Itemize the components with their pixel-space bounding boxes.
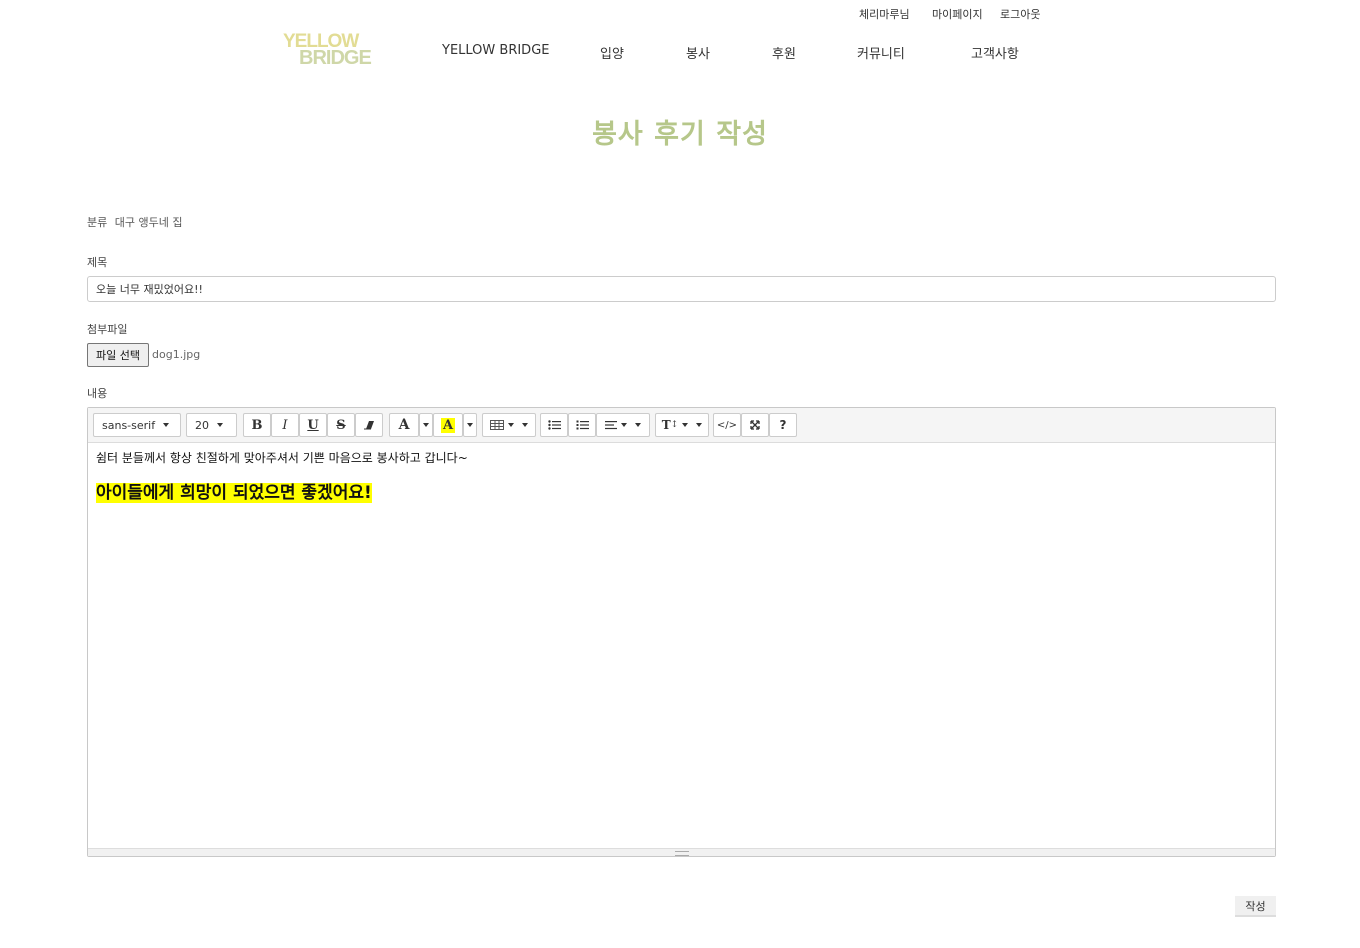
- chevron-down-icon: [508, 423, 514, 427]
- mypage-link[interactable]: 마이페이지: [932, 6, 983, 22]
- chevron-down-icon: [163, 423, 170, 427]
- highlight-color-icon[interactable]: A: [433, 413, 463, 437]
- font-color-dropdown[interactable]: [419, 413, 433, 437]
- file-name: dog1.jpg: [152, 348, 201, 361]
- font-size-dropdown[interactable]: 20: [186, 413, 237, 437]
- chevron-down-icon: [467, 423, 473, 427]
- italic-icon[interactable]: I: [271, 413, 299, 437]
- nav-item-community[interactable]: 커뮤니티: [857, 43, 905, 62]
- chevron-down-icon: [621, 423, 627, 427]
- content-label: 내용: [87, 387, 108, 400]
- nav-item-donation[interactable]: 후원: [772, 43, 796, 62]
- font-family-value: sans-serif: [102, 418, 156, 432]
- chevron-down-icon: [217, 423, 223, 427]
- bold-icon[interactable]: B: [243, 413, 271, 437]
- attachment-label: 첨부파일: [87, 323, 128, 336]
- line-height-icon[interactable]: T ↕: [655, 413, 709, 437]
- chevron-down-icon: [522, 423, 528, 427]
- highlight-color-dropdown[interactable]: [463, 413, 477, 437]
- strikethrough-icon[interactable]: S: [327, 413, 355, 437]
- ordered-list-icon[interactable]: [568, 413, 596, 437]
- logo-line2: BRIDGE: [299, 47, 372, 69]
- category-value: 대구 앵두네 집: [114, 216, 183, 229]
- eraser-icon[interactable]: [355, 413, 383, 437]
- logout-link[interactable]: 로그아웃: [1000, 6, 1040, 22]
- unordered-list-icon[interactable]: [540, 413, 568, 437]
- title-input[interactable]: [87, 276, 1276, 302]
- editor-resize-handle[interactable]: [88, 848, 1275, 856]
- editor-content[interactable]: 쉼터 분들께서 항상 친절하게 맞아주셔서 기쁜 마음으로 봉사하고 갑니다~ …: [88, 443, 1275, 848]
- submit-button[interactable]: 작성: [1235, 896, 1276, 917]
- table-icon[interactable]: [482, 413, 536, 437]
- help-icon[interactable]: ?: [769, 413, 797, 437]
- font-color-icon[interactable]: A: [389, 413, 419, 437]
- font-family-dropdown[interactable]: sans-serif: [93, 413, 181, 437]
- editor-toolbar: sans-serif 20 B I U S A A T ↕ </> ?: [88, 408, 1275, 443]
- nav-item-volunteer[interactable]: 봉사: [686, 43, 710, 62]
- rich-text-editor: sans-serif 20 B I U S A A T ↕ </> ? 쉼터 분…: [87, 407, 1276, 857]
- nav-item-yellow-bridge[interactable]: YELLOW BRIDGE: [442, 43, 549, 58]
- chevron-down-icon: [635, 423, 641, 427]
- content-line-2-highlighted: 아이들에게 희망이 되었으면 좋겠어요!: [96, 483, 372, 503]
- chevron-down-icon: [423, 423, 429, 427]
- title-label: 제목: [87, 256, 108, 269]
- top-utility-bar: 체리마루님 마이페이지 로그아웃: [0, 6, 1360, 22]
- page-title: 봉사 후기 작성: [592, 119, 768, 150]
- category-label: 분류: [87, 216, 108, 229]
- nav-item-customer[interactable]: 고객사항: [971, 43, 1019, 62]
- file-select-button[interactable]: 파일 선택: [87, 343, 149, 367]
- grip-icon: [675, 851, 689, 856]
- underline-icon[interactable]: U: [299, 413, 327, 437]
- align-icon[interactable]: [596, 413, 650, 437]
- fullscreen-icon[interactable]: [741, 413, 769, 437]
- font-size-value: 20: [195, 418, 209, 432]
- category-row: 분류 대구 앵두네 집: [87, 214, 186, 230]
- user-name-link[interactable]: 체리마루님: [859, 6, 910, 22]
- chevron-down-icon: [682, 423, 689, 427]
- code-view-icon[interactable]: </>: [713, 413, 741, 437]
- chevron-down-icon: [696, 423, 703, 427]
- content-line-1: 쉼터 분들께서 항상 친절하게 맞아주셔서 기쁜 마음으로 봉사하고 갑니다~: [96, 451, 468, 465]
- site-logo[interactable]: YELLOW BRIDGE: [283, 30, 385, 70]
- nav-item-adoption[interactable]: 입양: [600, 43, 624, 62]
